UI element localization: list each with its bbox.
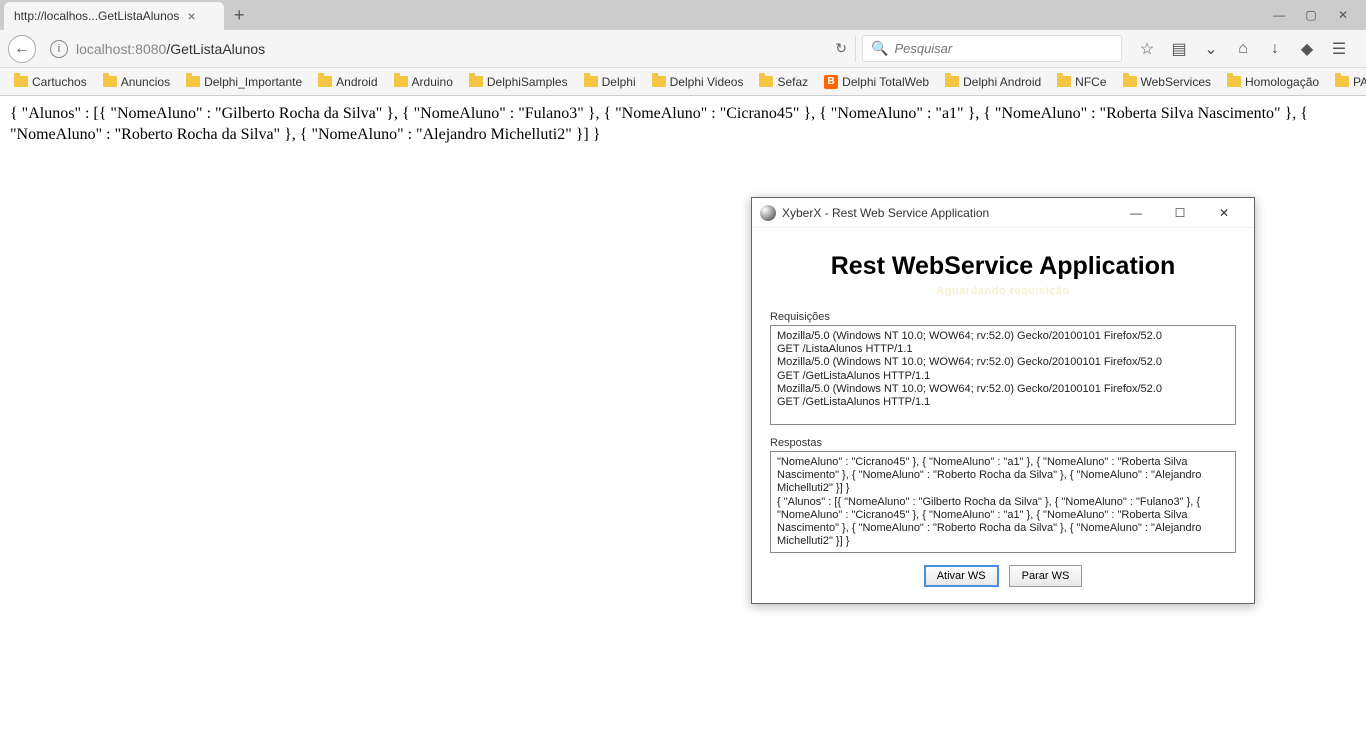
toolbar-icons: ☆ ▤ ⌄ ⌂ ↓ ◆ ☰ (1128, 40, 1358, 58)
library-icon[interactable]: ▤ (1170, 40, 1188, 58)
nav-bar: ← i localhost:8080/GetListaAlunos ↻ 🔍 ☆ … (0, 30, 1366, 68)
bookmark-item[interactable]: B Delphi TotalWeb (818, 73, 935, 91)
close-icon[interactable]: ✕ (1336, 8, 1350, 22)
bookmark-label: WebServices (1141, 75, 1211, 89)
refresh-icon[interactable]: ↻ (835, 40, 847, 57)
search-box[interactable]: 🔍 (862, 35, 1122, 62)
bookmark-item[interactable]: NFCe (1051, 73, 1112, 91)
bookmark-label: NFCe (1075, 75, 1106, 89)
app-minimize-icon[interactable]: — (1114, 199, 1158, 227)
folder-icon (759, 76, 773, 87)
app-subheading: Aguardando requisição (770, 285, 1236, 297)
app-heading: Rest WebService Application (770, 252, 1236, 281)
window-controls: — ▢ ✕ (1272, 8, 1362, 22)
stop-ws-button[interactable]: Parar WS (1009, 565, 1083, 587)
bookmark-item[interactable]: Homologação (1221, 73, 1325, 91)
bookmark-label: Delphi Android (963, 75, 1041, 89)
bookmark-item[interactable]: Anuncios (97, 73, 176, 91)
folder-icon (186, 76, 200, 87)
folder-icon (945, 76, 959, 87)
folder-icon (1123, 76, 1137, 87)
responses-label: Respostas (770, 437, 1236, 449)
url-text: localhost:8080/GetListaAlunos (76, 41, 265, 57)
url-bar[interactable]: i localhost:8080/GetListaAlunos ↻ (42, 36, 856, 62)
app-maximize-icon[interactable]: ☐ (1158, 199, 1202, 227)
menu-icon[interactable]: ☰ (1330, 40, 1348, 58)
folder-icon (584, 76, 598, 87)
bookmark-label: Arduino (412, 75, 453, 89)
folder-icon (1227, 76, 1241, 87)
downloads-icon[interactable]: ↓ (1266, 40, 1284, 58)
app-window: XyberX - Rest Web Service Application — … (751, 197, 1255, 604)
requests-label: Requisições (770, 311, 1236, 323)
bookmark-item[interactable]: Android (312, 73, 383, 91)
maximize-icon[interactable]: ▢ (1304, 8, 1318, 22)
app-body: Rest WebService Application Aguardando r… (752, 228, 1254, 603)
bookmark-item[interactable]: Delphi_Importante (180, 73, 308, 91)
bookmark-label: Delphi TotalWeb (842, 75, 929, 89)
puzzle-icon[interactable]: ◆ (1298, 40, 1316, 58)
bookmark-label: Delphi (602, 75, 636, 89)
bookmark-star-icon[interactable]: ☆ (1138, 40, 1156, 58)
blogger-icon: B (824, 75, 838, 89)
app-title: XyberX - Rest Web Service Application (782, 206, 989, 220)
app-titlebar[interactable]: XyberX - Rest Web Service Application — … (752, 198, 1254, 228)
page-body-json: { "Alunos" : [{ "NomeAluno" : "Gilberto … (0, 96, 1366, 154)
folder-icon (318, 76, 332, 87)
tab-title: http://localhos...GetListaAlunos (14, 9, 179, 23)
site-info-icon[interactable]: i (50, 40, 68, 58)
responses-log[interactable]: "NomeAluno" : "Cicrano45" }, { "NomeAlun… (770, 451, 1236, 553)
folder-icon (469, 76, 483, 87)
home-icon[interactable]: ⌂ (1234, 40, 1252, 58)
search-input[interactable] (894, 41, 1113, 56)
folder-icon (394, 76, 408, 87)
bookmark-item[interactable]: DelphiSamples (463, 73, 574, 91)
folder-icon (1335, 76, 1349, 87)
folder-icon (652, 76, 666, 87)
bookmark-label: PAF-ECF (1353, 75, 1366, 89)
bookmark-label: Anuncios (121, 75, 170, 89)
bookmark-label: DelphiSamples (487, 75, 568, 89)
bookmarks-bar: Cartuchos Anuncios Delphi_Importante Androi… (0, 68, 1366, 96)
bookmark-item[interactable]: PAF-ECF (1329, 73, 1366, 91)
app-icon (760, 205, 776, 221)
browser-tab[interactable]: http://localhos...GetListaAlunos × (4, 2, 224, 30)
bookmark-label: Android (336, 75, 377, 89)
folder-icon (103, 76, 117, 87)
requests-log[interactable]: Mozilla/5.0 (Windows NT 10.0; WOW64; rv:… (770, 325, 1236, 425)
tab-bar: http://localhos...GetListaAlunos × + — ▢… (0, 0, 1366, 30)
bookmark-label: Delphi_Importante (204, 75, 302, 89)
activate-ws-button[interactable]: Ativar WS (924, 565, 999, 587)
bookmark-label: Cartuchos (32, 75, 87, 89)
bookmark-label: Sefaz (777, 75, 808, 89)
bookmark-item[interactable]: WebServices (1117, 73, 1217, 91)
close-tab-icon[interactable]: × (187, 8, 195, 24)
bookmark-item[interactable]: Delphi (578, 73, 642, 91)
folder-icon (1057, 76, 1071, 87)
bookmark-item[interactable]: Arduino (388, 73, 459, 91)
bookmark-item[interactable]: Cartuchos (8, 73, 93, 91)
bookmark-item[interactable]: Sefaz (753, 73, 814, 91)
back-button[interactable]: ← (8, 35, 36, 63)
bookmark-label: Homologação (1245, 75, 1319, 89)
search-icon: 🔍 (871, 40, 888, 57)
bookmark-item[interactable]: Delphi Android (939, 73, 1047, 91)
bookmark-item[interactable]: Delphi Videos (646, 73, 750, 91)
pocket-icon[interactable]: ⌄ (1202, 40, 1220, 58)
app-close-icon[interactable]: ✕ (1202, 199, 1246, 227)
bookmark-label: Delphi Videos (670, 75, 744, 89)
new-tab-button[interactable]: + (234, 5, 245, 26)
browser-window: http://localhos...GetListaAlunos × + — ▢… (0, 0, 1366, 96)
minimize-icon[interactable]: — (1272, 8, 1286, 22)
folder-icon (14, 76, 28, 87)
button-row: Ativar WS Parar WS (770, 565, 1236, 587)
